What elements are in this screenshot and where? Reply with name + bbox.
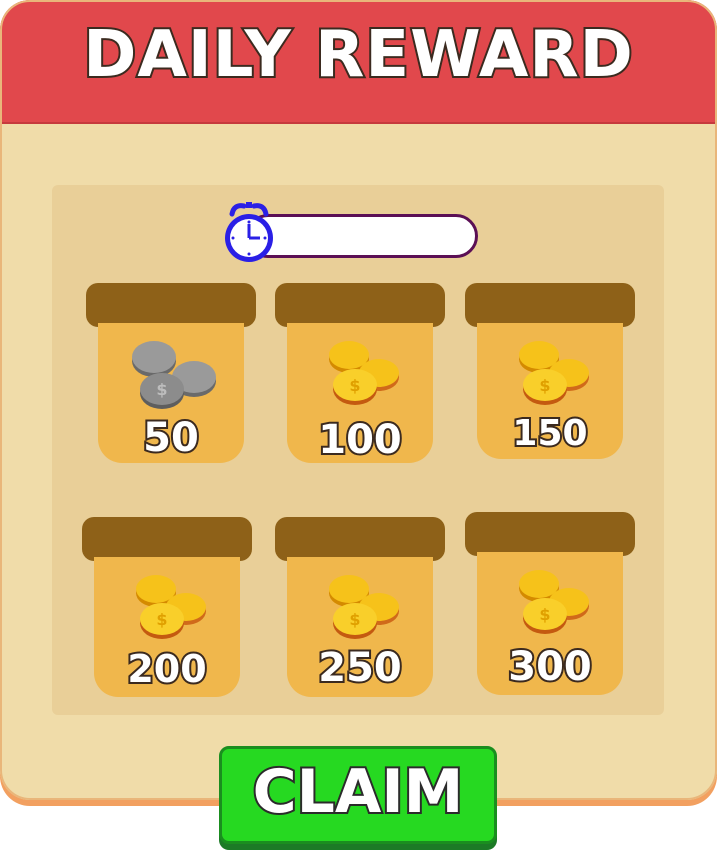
timer-bar — [246, 214, 478, 258]
card-lid — [465, 512, 635, 556]
timer — [222, 200, 482, 264]
reward-day-3[interactable]: $ 150 — [465, 283, 635, 468]
gold-coins-icon: $ — [136, 575, 206, 639]
gold-coins-icon: $ — [519, 341, 589, 405]
reward-amount: 300 — [506, 642, 594, 692]
reward-day-2[interactable]: $ 100 — [275, 283, 445, 468]
gold-coins-icon: $ — [329, 341, 399, 405]
silver-coins-icon: $ — [132, 341, 216, 409]
claim-label: CLAIM — [251, 755, 466, 829]
reward-amount: 50 — [141, 413, 201, 463]
card-lid — [86, 283, 256, 327]
card-lid — [275, 283, 445, 327]
panel-title: DAILY REWARD — [81, 16, 635, 94]
reward-day-1[interactable]: $ 50 — [86, 283, 256, 468]
reward-amount: 150 — [510, 411, 589, 456]
claim-button[interactable]: CLAIM — [219, 746, 497, 844]
alarm-clock-icon — [225, 202, 273, 262]
card-lid — [82, 517, 252, 561]
gold-coins-icon: $ — [519, 570, 589, 634]
reward-day-5[interactable]: $ 250 — [275, 517, 445, 702]
card-lid — [465, 283, 635, 327]
svg-text:$: $ — [349, 376, 360, 395]
reward-amount: 200 — [125, 645, 208, 693]
reward-day-4[interactable]: $ 200 — [82, 517, 252, 702]
svg-text:$: $ — [156, 380, 167, 399]
gold-coins-icon: $ — [329, 575, 399, 639]
svg-text:$: $ — [539, 605, 550, 624]
reward-day-6[interactable]: $ 300 — [465, 512, 635, 697]
reward-amount: 100 — [316, 415, 404, 465]
card-lid — [275, 517, 445, 561]
svg-text:$: $ — [156, 610, 167, 629]
svg-text:$: $ — [349, 610, 360, 629]
reward-amount: 250 — [316, 643, 404, 693]
svg-text:$: $ — [539, 376, 550, 395]
